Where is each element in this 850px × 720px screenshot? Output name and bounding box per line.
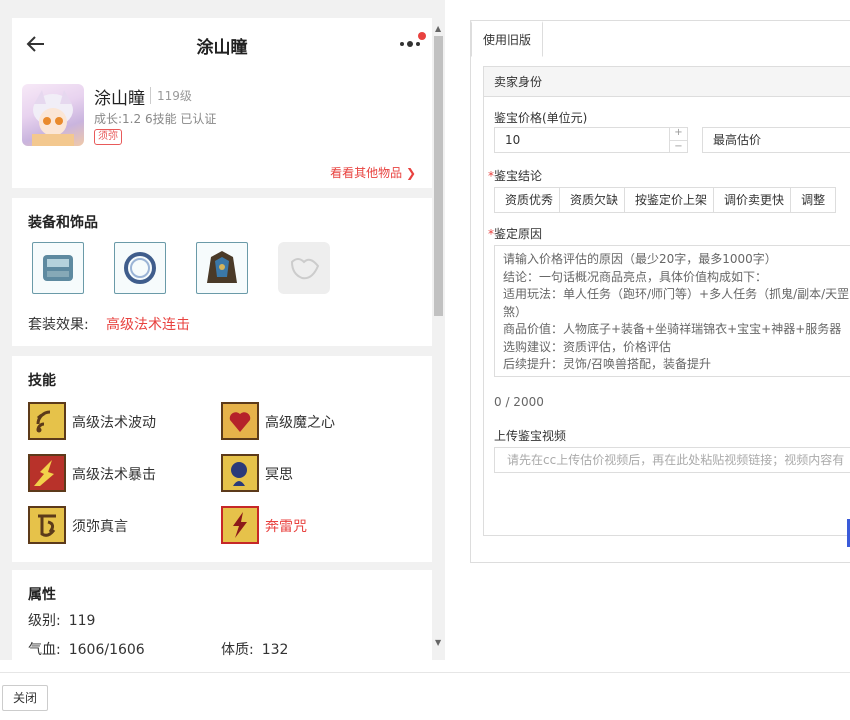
- chevron-right-icon: ❯: [405, 166, 416, 180]
- skill-thunder-icon: [221, 506, 259, 544]
- equipment-slot-helmet-icon[interactable]: [196, 242, 248, 294]
- reason-line: 后续提升：灵饰/召唤兽搭配，装备提升: [503, 357, 712, 371]
- profile-card: 涂山瞳 119级 成长:1.2 6技能 已认证 须弥 看看其他物品 ❯: [12, 70, 432, 188]
- skill-burst-icon: [28, 454, 66, 492]
- attr-value: 119: [68, 613, 96, 629]
- appraisal-form: 使用旧版 卖家身份 鉴宝价格(单位元) 10 + − 最高估价 *鉴宝结论 资质…: [470, 20, 850, 563]
- skill-label: 须弥真言: [72, 519, 128, 535]
- skill-label: 高级法术暴击: [72, 467, 156, 483]
- skill-label: 高级魔之心: [265, 415, 335, 431]
- section-title: 技能: [28, 373, 56, 389]
- scrollbar[interactable]: ▲ ▼: [432, 22, 445, 652]
- scroll-down-icon[interactable]: ▼: [435, 638, 441, 647]
- other-items-link[interactable]: 看看其他物品 ❯: [330, 164, 416, 181]
- skills-section: 技能 高级法术波动 高级魔之心 高级法术暴击 冥思 须弥真言 奔雷咒: [12, 356, 432, 562]
- conclusion-button[interactable]: 调整: [790, 187, 837, 213]
- item-detail-panel: 涂山瞳 涂山瞳 119级 成长:1.2 6技能 已认证 须弥 看看其他物品 ❯ …: [0, 0, 445, 660]
- price-value: 10: [505, 133, 521, 147]
- empty-slot-icon[interactable]: [278, 242, 330, 294]
- scrollbar-thumb[interactable]: [434, 36, 443, 316]
- reason-line: 适用玩法：单人任务（跑环/师门等）+多人任务（抓鬼/副本/天罡: [503, 287, 850, 301]
- skill-mantra-icon: [28, 506, 66, 544]
- set-effect-value: 高级法术连击: [106, 317, 190, 333]
- page-title: 涂山瞳: [196, 38, 248, 58]
- section-header: 卖家身份: [484, 67, 850, 97]
- reason-line: 商品价值：人物底子+装备+坐骑祥瑞锦衣+宝宝+神器+服务器: [503, 322, 842, 336]
- more-menu-icon[interactable]: [392, 32, 428, 56]
- price-type-select[interactable]: 最高估价: [702, 127, 850, 153]
- attributes-section: 属性 级别: 119 气血: 1606/1606 体质: 132: [12, 570, 432, 660]
- tab-old-version[interactable]: 使用旧版: [471, 21, 543, 57]
- reason-line: 煞）: [503, 304, 528, 319]
- attr-value: 132: [261, 642, 289, 658]
- section-title: 属性: [28, 587, 56, 603]
- attr-hp: 气血: 1606/1606: [28, 639, 145, 659]
- char-count: 0 / 2000: [494, 395, 544, 409]
- skill-heart-icon: [221, 402, 259, 440]
- skill-label: 高级法术波动: [72, 415, 156, 431]
- price-label: 鉴宝价格(单位元): [494, 111, 588, 125]
- attr-label: 体质:: [221, 642, 254, 658]
- price-type-value: 最高估价: [713, 133, 762, 147]
- conclusion-button[interactable]: 资质欠缺: [559, 187, 630, 213]
- character-growth: 成长:1.2 6技能 已认证: [94, 112, 217, 126]
- attr-con: 体质: 132: [221, 639, 288, 659]
- conclusion-button[interactable]: 按鉴定价上架: [624, 187, 719, 213]
- conclusion-button[interactable]: 调价卖更快: [713, 187, 796, 213]
- equipment-slot-ring-icon[interactable]: [114, 242, 166, 294]
- price-input[interactable]: 10 + −: [494, 127, 688, 153]
- attr-value: 1606/1606: [68, 642, 145, 658]
- conclusion-buttons: 资质优秀 资质欠缺 按鉴定价上架 调价卖更快 调整: [494, 187, 837, 213]
- skill-label-highlight: 奔雷咒: [265, 519, 307, 535]
- skill-wave-icon: [28, 402, 66, 440]
- video-link-input[interactable]: 请先在cc上传估价视频后，再在此处粘贴视频链接；视频内容有: [494, 447, 850, 473]
- equipment-slot-armor-icon[interactable]: [32, 242, 84, 294]
- skill-label: 冥思: [265, 467, 293, 483]
- reason-line: 请输入价格评估的原因（最少20字，最多1000字）: [503, 252, 777, 266]
- footer-bar: 关闭: [0, 672, 850, 720]
- video-label: 上传鉴宝视频: [494, 429, 567, 443]
- reason-label: *鉴定原因: [488, 227, 543, 241]
- price-stepper[interactable]: + −: [669, 127, 687, 153]
- other-items-label: 看看其他物品: [330, 166, 403, 180]
- reason-textarea[interactable]: 请输入价格评估的原因（最少20字，最多1000字） 结论：一句话概况商品亮点，具…: [494, 245, 850, 377]
- increment-icon[interactable]: +: [670, 127, 687, 140]
- reason-line: 选购建议：资质评估，价格评估: [503, 339, 672, 354]
- conclusion-button[interactable]: 资质优秀: [494, 187, 565, 213]
- close-button[interactable]: 关闭: [2, 685, 48, 711]
- reason-line: 结论：一句话概况商品亮点，具体价值构成如下：: [503, 269, 768, 284]
- set-effect-label: 套装效果:: [28, 317, 89, 333]
- character-name: 涂山瞳: [94, 89, 145, 109]
- section-title: 装备和饰品: [28, 215, 98, 231]
- equipment-section: 装备和饰品 套装效果: 高级法术连击: [12, 198, 432, 346]
- scroll-up-icon[interactable]: ▲: [435, 24, 441, 33]
- decrement-icon[interactable]: −: [670, 140, 687, 153]
- attr-label: 气血:: [28, 642, 61, 658]
- conclusion-label: *鉴宝结论: [488, 169, 543, 183]
- attr-level: 级别: 119: [28, 610, 95, 630]
- character-level: 119级: [150, 87, 192, 104]
- server-tag: 须弥: [94, 129, 122, 145]
- skill-meditation-icon: [221, 454, 259, 492]
- attr-label: 级别:: [28, 613, 61, 629]
- avatar: [22, 84, 84, 146]
- form-box: 卖家身份 鉴宝价格(单位元) 10 + − 最高估价 *鉴宝结论 资质优秀 资质欠…: [483, 66, 850, 536]
- detail-header: 涂山瞳: [12, 18, 432, 70]
